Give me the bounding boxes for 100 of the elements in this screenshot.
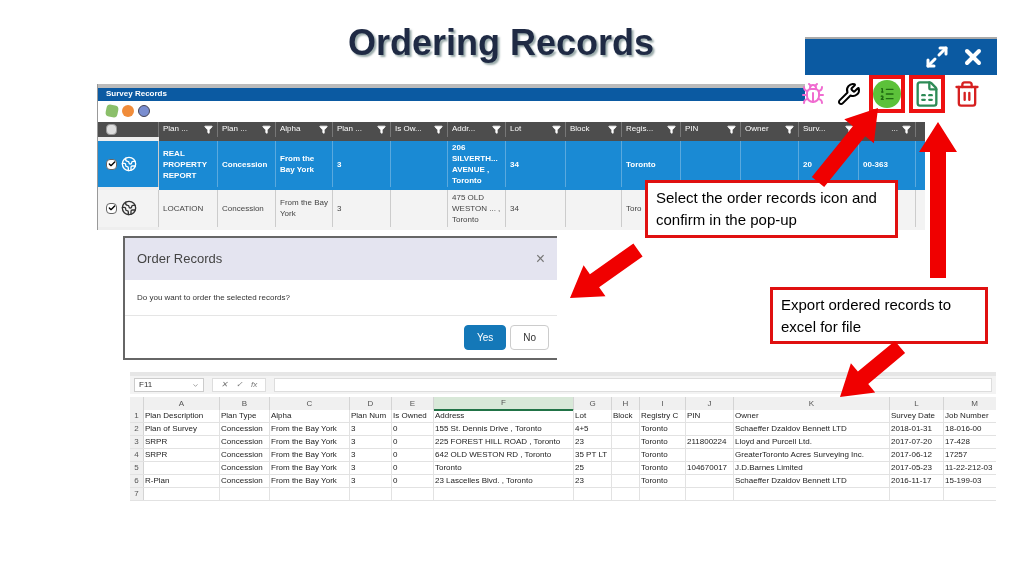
expand-icon[interactable]: [925, 45, 949, 69]
filter-icon[interactable]: [785, 124, 794, 134]
spreadsheet-cell: J.D.Barnes Limited: [735, 463, 803, 473]
column-letter[interactable]: L: [914, 398, 919, 410]
spreadsheet-cell: From the Bay York: [271, 463, 337, 473]
spreadsheet-cell: Address: [435, 411, 465, 421]
column-letter[interactable]: C: [306, 398, 313, 410]
dialog-button[interactable]: Yes: [463, 324, 507, 350]
column-letter[interactable]: G: [589, 398, 596, 410]
filter-icon[interactable]: [204, 124, 213, 134]
spreadsheet-cell: From the Bay York: [271, 424, 337, 434]
spreadsheet-cell: From the Bay York: [271, 476, 337, 486]
column-letter[interactable]: I: [661, 398, 664, 410]
spreadsheet-cell: 2017-06-12: [891, 450, 932, 460]
formula-input[interactable]: [274, 378, 992, 392]
column-header[interactable]: Surv...: [803, 123, 826, 136]
filter-icon[interactable]: [434, 124, 443, 134]
column-header[interactable]: Is Ow...: [395, 123, 422, 136]
spreadsheet-cell: SRPR: [145, 437, 168, 447]
checkbox[interactable]: [106, 202, 117, 214]
filter-icon[interactable]: [552, 124, 561, 134]
table-cell: 3: [337, 158, 342, 170]
column-letter[interactable]: J: [707, 398, 712, 410]
row-number: 4: [134, 449, 139, 461]
spreadsheet-cell: 2016-11-17: [891, 476, 932, 486]
filter-icon[interactable]: [377, 124, 386, 134]
checkbox[interactable]: [106, 158, 117, 170]
column-header[interactable]: Lot: [510, 123, 522, 136]
spreadsheet-cell: Concession: [221, 450, 263, 460]
filter-icon[interactable]: [727, 124, 736, 134]
column-letter[interactable]: F: [501, 397, 506, 409]
spreadsheet-cell: 0: [393, 476, 398, 486]
spreadsheet-cell: 35 PT LT: [575, 450, 608, 460]
spreadsheet-cell: 3: [351, 463, 356, 473]
column-letter[interactable]: K: [808, 398, 815, 410]
column-header[interactable]: Plan ...: [163, 123, 188, 136]
close-button[interactable]: ×: [535, 247, 545, 271]
row-number: 7: [134, 488, 139, 500]
column-header[interactable]: Owner: [745, 123, 769, 136]
table-cell: Toronto: [626, 158, 656, 170]
wrench-icon: [837, 82, 861, 106]
arrow: [840, 340, 906, 397]
spreadsheet-cell: Block: [613, 411, 633, 421]
spreadsheet-cell: Toronto: [641, 424, 668, 434]
spreadsheet-cell: Survey Date: [891, 411, 936, 421]
row-number: 6: [134, 475, 139, 487]
spreadsheet-cell: Toronto: [641, 476, 668, 486]
column-letter[interactable]: D: [367, 398, 374, 410]
column-header[interactable]: ...: [891, 123, 898, 136]
name-box[interactable]: F11: [134, 378, 204, 392]
spreadsheet-cell: GreaterToronto Acres Surveying Inc.: [735, 450, 864, 460]
row-number: 5: [134, 462, 139, 474]
spreadsheet-cell: Schaeffer Dzaldov Bennett LTD: [735, 476, 847, 486]
formula-button[interactable]: fx: [251, 379, 258, 391]
filter-icon[interactable]: [319, 124, 328, 134]
filter-icon[interactable]: [902, 124, 911, 134]
table-cell: 34: [510, 202, 519, 214]
table-cell: Toro: [626, 202, 642, 214]
column-header[interactable]: Plan ...: [222, 123, 247, 136]
column-letter[interactable]: E: [409, 398, 416, 410]
spreadsheet-cell: 17-428: [945, 437, 970, 447]
spreadsheet-cell: 211800224: [687, 437, 727, 447]
column-header[interactable]: Regis...: [626, 123, 654, 136]
column-letter[interactable]: M: [971, 398, 978, 410]
spreadsheet-cell: 3: [351, 424, 356, 434]
spreadsheet-cell: 18-016-00: [945, 424, 982, 434]
spreadsheet-cell: 0: [393, 450, 398, 460]
formula-button[interactable]: ✕: [221, 379, 228, 391]
dialog-button[interactable]: No: [510, 324, 549, 350]
spreadsheet-cell: 642 OLD WESTON RD , Toronto: [435, 450, 552, 460]
formula-button[interactable]: ✓: [236, 379, 243, 391]
spreadsheet-cell: 104670017: [687, 463, 728, 473]
column-header[interactable]: Addr...: [452, 123, 476, 136]
column-header[interactable]: Plan ...: [337, 123, 362, 136]
column-letter[interactable]: B: [241, 398, 248, 410]
filter-icon[interactable]: [492, 124, 501, 134]
column-header[interactable]: Alpha: [280, 123, 301, 136]
callout-text: Export ordered records to excel for file: [781, 294, 953, 337]
filter-icon[interactable]: [608, 124, 617, 134]
spreadsheet-cell: 3: [351, 450, 356, 460]
spreadsheet-cell: Plan Type: [221, 411, 257, 421]
checkbox[interactable]: [106, 123, 117, 135]
column-letter[interactable]: H: [622, 398, 629, 410]
spreadsheet-cell: 2017-07-20: [891, 437, 932, 447]
spreadsheet-cell: Job Number: [945, 411, 989, 421]
spreadsheet-cell: 0: [393, 424, 398, 434]
spreadsheet-cell: 23: [575, 476, 584, 486]
spreadsheet-cell: From the Bay York: [271, 450, 337, 460]
table-cell-text: From the Bay York: [280, 153, 316, 176]
column-header[interactable]: PIN: [685, 123, 699, 136]
spreadsheet-cell: Registry C: [641, 411, 679, 421]
list-icon: [873, 80, 901, 108]
spreadsheet-cell: Toronto: [641, 437, 668, 447]
filter-icon[interactable]: [667, 124, 676, 134]
column-header[interactable]: Block: [570, 123, 590, 136]
filter-icon[interactable]: [262, 124, 271, 134]
column-letter[interactable]: A: [178, 398, 185, 410]
spreadsheet-cell: Schaeffer Dzaldov Bennett LTD: [735, 424, 847, 434]
spreadsheet-cell: 23 Lascelles Blvd. , Toronto: [435, 476, 533, 486]
slide-title: Ordering Records: [348, 21, 655, 65]
